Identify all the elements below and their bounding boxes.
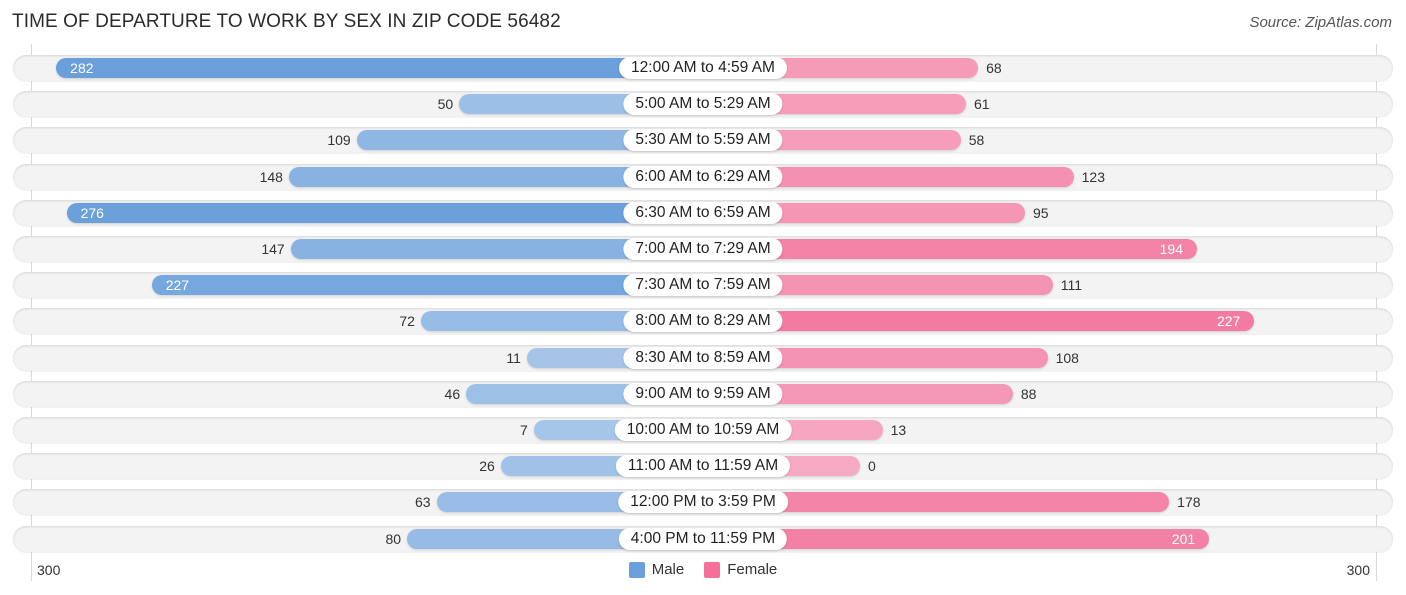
female-value-label: 201 [1171,530,1196,547]
category-label: 4:00 PM to 11:59 PM [618,527,788,550]
bar-row: 6:30 AM to 6:59 AM 276 95 [13,199,1393,226]
category-label: 6:00 AM to 6:29 AM [623,165,783,188]
male-value-label: 227 [165,277,190,294]
bar-row: 11:00 AM to 11:59 AM 26 0 [13,453,1393,480]
bar-row: 7:00 AM to 7:29 AM 147 194 [13,236,1393,262]
bar-row: 4:00 PM to 11:59 PM 80 201 [13,525,1393,552]
male-value-label: 46 [444,385,461,402]
category-label: 5:00 AM to 5:29 AM [623,93,783,116]
female-value-label: 194 [1159,241,1183,257]
bar-row: 9:00 AM to 9:59 AM 46 88 [13,380,1393,407]
category-label: 8:00 AM to 8:29 AM [623,310,783,333]
female-value-label: 0 [868,458,876,475]
category-label: 5:30 AM to 5:59 AM [623,129,783,152]
bar-row: 8:00 AM to 8:29 AM 72 227 [13,308,1393,335]
category-label: 12:00 AM to 4:59 AM [619,57,787,79]
female-value-label: 58 [968,132,985,149]
bar-row: 6:00 AM to 6:29 AM 148 123 [13,163,1393,190]
legend-swatch-male [628,561,645,578]
female-value-label: 111 [1060,277,1083,294]
category-label: 10:00 AM to 10:59 AM [614,419,792,441]
bar-row: 8:30 AM to 8:59 AM 11 108 [13,344,1393,371]
male-value-label: 72 [399,313,415,330]
bar-row: 12:00 AM to 4:59 AM 282 68 [13,55,1393,81]
female-value-label: 13 [890,422,907,438]
legend-item-male[interactable]: Male [628,561,685,578]
male-value-label: 50 [437,96,454,113]
source-label: Source: ZipAtlas.com [1249,14,1392,31]
female-value-label: 68 [986,60,1002,76]
bar-row: 5:30 AM to 5:59 AM 109 58 [13,127,1393,154]
legend-label-male: Male [651,561,685,578]
female-bar[interactable] [703,311,1255,332]
male-value-label: 276 [80,204,104,221]
male-value-label: 282 [70,60,94,76]
bar-row: 10:00 AM to 10:59 AM 7 13 [13,417,1393,443]
male-value-label: 148 [259,168,283,185]
category-label: 11:00 AM to 11:59 AM [615,455,791,478]
male-value-label: 26 [479,458,495,475]
legend-item-female[interactable]: Female [704,561,777,578]
legend-swatch-female [704,561,721,578]
category-label: 8:30 AM to 8:59 AM [623,346,783,369]
female-value-label: 61 [973,96,990,113]
legend-label-female: Female [727,561,778,578]
category-label: 7:30 AM to 7:59 AM [623,274,783,297]
male-value-label: 147 [261,241,285,257]
female-value-label: 178 [1177,494,1201,511]
chart-title: TIME OF DEPARTURE TO WORK BY SEX IN ZIP … [12,11,561,32]
male-value-label: 7 [520,422,528,438]
male-value-label: 109 [327,132,351,149]
category-label: 6:30 AM to 6:59 AM [623,201,783,224]
male-bar[interactable] [56,58,703,78]
female-value-label: 227 [1216,313,1241,330]
male-value-label: 11 [506,349,521,366]
category-label: 9:00 AM to 9:59 AM [623,382,783,405]
bar-row: 5:00 AM to 5:29 AM 50 61 [13,91,1393,118]
female-value-label: 108 [1055,349,1079,366]
female-value-label: 95 [1033,204,1049,221]
male-value-label: 63 [415,494,431,511]
male-bar[interactable] [151,275,703,296]
bar-row: 7:30 AM to 7:59 AM 227 111 [13,272,1393,299]
female-value-label: 88 [1020,385,1037,402]
male-value-label: 80 [385,530,402,547]
female-value-label: 123 [1081,168,1105,185]
male-bar[interactable] [66,202,703,223]
legend: Male Female [0,561,1406,578]
category-label: 7:00 AM to 7:29 AM [623,238,783,260]
bar-row: 12:00 PM to 3:59 PM 63 178 [13,489,1393,516]
category-label: 12:00 PM to 3:59 PM [618,491,788,514]
